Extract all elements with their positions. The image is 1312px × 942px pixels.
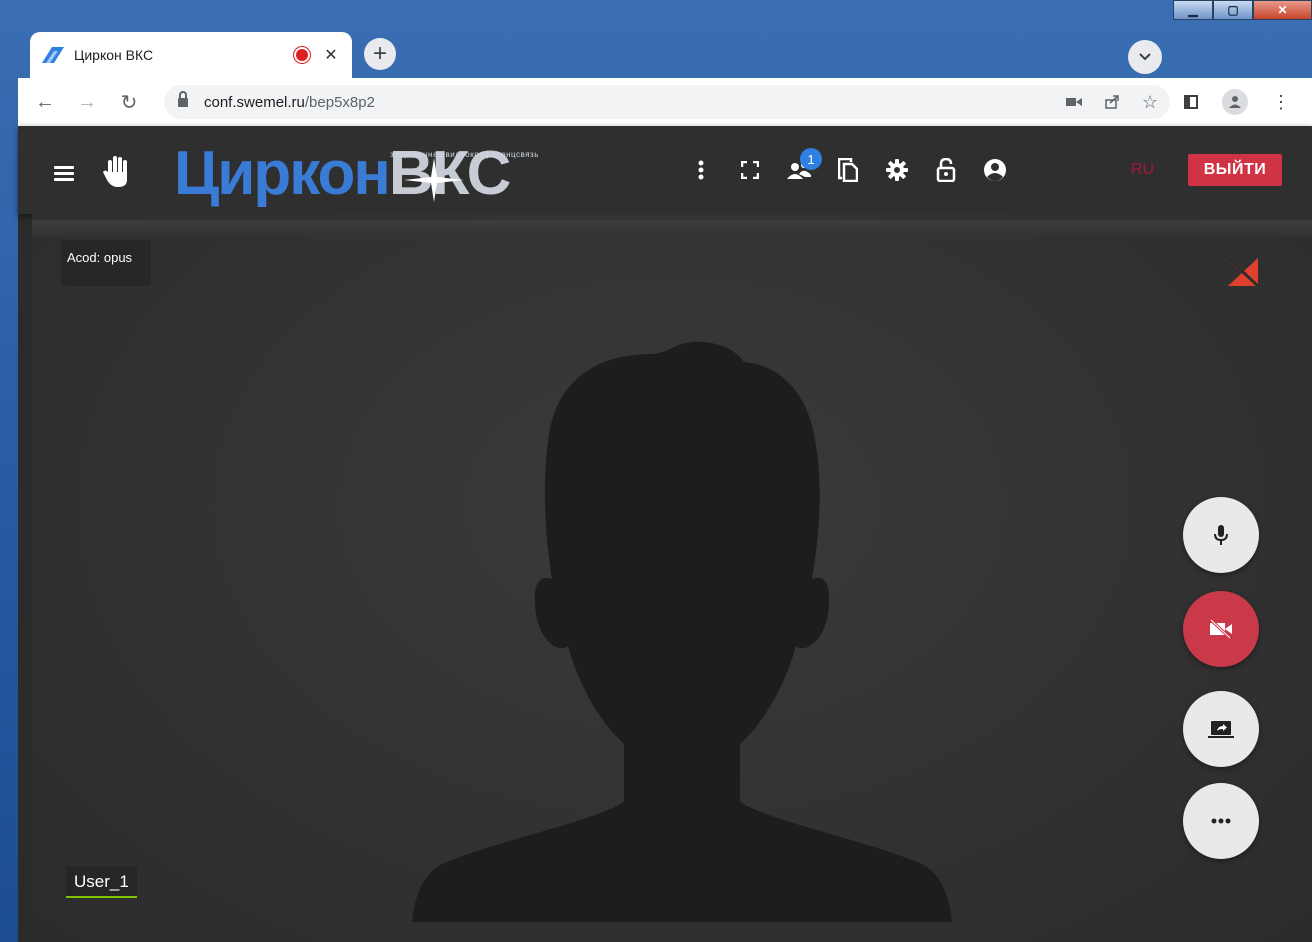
new-tab-button[interactable]: + [364, 38, 396, 70]
codec-info: Acod: opus [61, 240, 151, 286]
browser-window: Циркон ВКС ✕ + ▁ ▢ ✕ ← → ↻ conf.swemel.r… [0, 0, 1312, 942]
minimize-button[interactable]: ▁ [1173, 0, 1213, 20]
profile-avatar[interactable] [1222, 89, 1248, 115]
tab-close-icon[interactable]: ✕ [322, 45, 340, 65]
gear-icon [886, 159, 908, 181]
toolbar-right: ⋮ [1184, 78, 1290, 126]
copy-icon [838, 158, 858, 182]
screen-share-button[interactable] [1183, 691, 1259, 767]
lock-room-button[interactable] [923, 150, 969, 190]
more-actions-button[interactable] [1183, 783, 1259, 859]
header-actions: 1 [678, 126, 1021, 214]
account-circle-icon [984, 159, 1006, 181]
person-icon [1229, 96, 1241, 108]
logo-main-text: Циркон [174, 139, 391, 208]
tab-search-button[interactable] [1128, 40, 1162, 74]
language-switch[interactable]: RU [1131, 161, 1154, 179]
lock-icon [178, 91, 188, 108]
logout-button[interactable]: ВЫЙТИ [1188, 154, 1282, 186]
camera-off-icon [1209, 619, 1232, 639]
video-stage: Acod: opus User_1 [32, 214, 1312, 942]
raise-hand-icon[interactable] [102, 154, 132, 188]
recording-indicator-icon [296, 49, 308, 61]
participant-name-label: User_1 [66, 866, 137, 898]
app-favicon-icon [42, 47, 64, 63]
fullscreen-button[interactable] [727, 150, 773, 190]
microphone-icon [1214, 525, 1228, 545]
screen-share-icon [1208, 721, 1234, 738]
side-panel-icon[interactable] [1184, 95, 1198, 109]
participant-silhouette [412, 341, 952, 922]
more-options-button[interactable] [678, 150, 724, 190]
window-controls: ▁ ▢ ✕ [1173, 0, 1312, 20]
fullscreen-icon [741, 161, 759, 179]
copy-link-button[interactable] [825, 150, 871, 190]
share-icon[interactable] [1104, 94, 1120, 110]
participants-count-badge: 1 [800, 148, 822, 170]
url-text: conf.swemel.ru/bep5x8p2 [204, 94, 375, 111]
bookmark-star-icon[interactable]: ☆ [1142, 92, 1158, 113]
menu-icon[interactable] [54, 166, 74, 181]
reload-icon[interactable]: ↻ [114, 90, 144, 115]
browser-menu-icon[interactable]: ⋮ [1272, 92, 1290, 113]
more-horizontal-icon [1211, 818, 1231, 824]
participants-button[interactable]: 1 [776, 148, 822, 190]
browser-toolbar: ← → ↻ conf.swemel.ru/bep5x8p2 ☆ ⋮ [18, 78, 1312, 126]
connection-lost-icon [1228, 258, 1258, 286]
profile-button[interactable] [972, 150, 1018, 190]
maximize-button[interactable]: ▢ [1213, 0, 1253, 20]
forward-arrow-icon[interactable]: → [72, 91, 102, 114]
settings-button[interactable] [874, 150, 920, 190]
close-window-button[interactable]: ✕ [1253, 0, 1312, 20]
url-path: /bep5x8p2 [304, 93, 375, 111]
title-bar: Циркон ВКС ✕ + ▁ ▢ ✕ [0, 0, 1312, 78]
app-header: ЦирконВКС защищенная видеоконференцсвязь… [18, 126, 1312, 214]
more-vertical-icon [698, 160, 704, 180]
browser-tab[interactable]: Циркон ВКС ✕ [30, 32, 352, 78]
unlock-icon [936, 158, 956, 182]
back-arrow-icon[interactable]: ← [30, 91, 60, 114]
camera-in-use-icon[interactable] [1065, 96, 1082, 108]
url-host: conf.swemel.ru [204, 93, 305, 111]
conference-app: ЦирконВКС защищенная видеоконференцсвязь… [18, 126, 1312, 942]
stage-top-shade [32, 220, 1312, 236]
app-logo: ЦирконВКС защищенная видеоконференцсвязь [174, 136, 594, 206]
omnibox-actions: ☆ [1065, 92, 1158, 113]
camera-toggle-button[interactable] [1183, 591, 1259, 667]
tab-title: Циркон ВКС [74, 47, 154, 63]
address-bar[interactable]: conf.swemel.ru/bep5x8p2 ☆ [164, 85, 1170, 119]
logo-star-icon [404, 158, 464, 202]
microphone-button[interactable] [1183, 497, 1259, 573]
chevron-down-icon [1139, 53, 1151, 61]
